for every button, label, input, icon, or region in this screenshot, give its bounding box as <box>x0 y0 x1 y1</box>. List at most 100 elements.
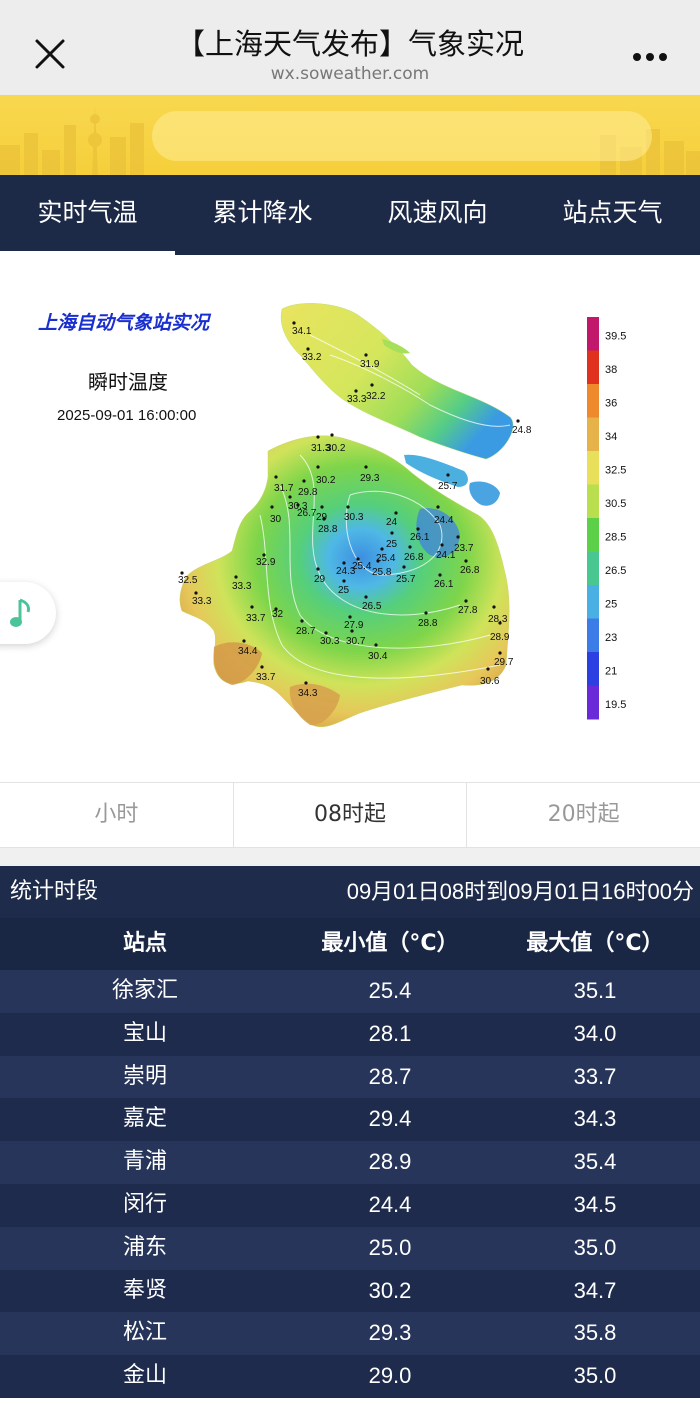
table-row: 青浦 28.9 35.4 <box>0 1141 700 1184</box>
title-block: 【上海天气发布】气象实况 wx.soweather.com <box>100 24 600 84</box>
table-row: 宝山 28.1 34.0 <box>0 1012 700 1056</box>
station-name: 奉贤 <box>122 1277 167 1303</box>
table-row: 闵行 24.4 34.5 <box>0 1183 700 1227</box>
svg-text:30.6: 30.6 <box>480 676 500 687</box>
map-product: 瞬时温度 <box>88 370 168 394</box>
svg-text:29.8: 29.8 <box>298 487 318 498</box>
legend-label: 38 <box>605 364 617 376</box>
station-name: 浦东 <box>122 1234 167 1260</box>
legend-label: 19.5 <box>605 699 626 711</box>
period-label: 统计时段 <box>10 879 99 904</box>
legend-label: 25 <box>605 598 617 610</box>
min-value: 25.4 <box>368 978 412 1003</box>
station-name: 嘉定 <box>122 1106 167 1132</box>
header-max: 最大值（°C） <box>526 931 664 956</box>
table-row: 崇明 28.7 33.7 <box>0 1055 700 1099</box>
tab-wind[interactable]: 风速风向 <box>350 175 525 255</box>
map-canvas: 上海自动气象站实况 瞬时温度 2025-09-01 16:00:00 34.1 … <box>38 303 626 728</box>
header-station: 站点 <box>122 931 167 956</box>
svg-text:25: 25 <box>386 539 398 550</box>
svg-text:25.4: 25.4 <box>376 553 396 564</box>
legend-label: 34 <box>605 431 617 443</box>
station-name: 闵行 <box>122 1191 167 1217</box>
max-value: 34.7 <box>573 1277 617 1303</box>
banner-search-bar[interactable] <box>152 111 652 161</box>
svg-text:26.8: 26.8 <box>460 565 480 576</box>
skyline-banner <box>0 95 700 175</box>
min-value: 28.1 <box>368 1020 412 1046</box>
tab-station-weather[interactable]: 站点天气 <box>525 175 700 255</box>
svg-text:26.1: 26.1 <box>410 532 430 543</box>
min-value: 28.7 <box>368 1063 412 1089</box>
svg-text:24.4: 24.4 <box>434 515 454 526</box>
svg-text:26.5: 26.5 <box>362 601 382 612</box>
table-row: 奉贤 30.2 34.7 <box>0 1269 700 1313</box>
svg-text:32: 32 <box>272 609 284 620</box>
hengsha-island <box>469 481 500 506</box>
max-value: 35.8 <box>573 1320 617 1346</box>
station-name: 宝山 <box>122 1020 167 1046</box>
legend-swatch <box>587 618 599 653</box>
more-icon[interactable] <box>632 48 668 61</box>
svg-text:33.7: 33.7 <box>246 613 266 624</box>
station-name: 徐家汇 <box>111 978 178 1003</box>
svg-text:29: 29 <box>316 512 328 523</box>
svg-text:33.3: 33.3 <box>232 581 252 592</box>
svg-text:30.2: 30.2 <box>316 475 336 486</box>
svg-text:31.9: 31.9 <box>360 359 380 370</box>
segment-from-08[interactable]: 08时起 <box>234 783 468 847</box>
svg-text:29: 29 <box>314 574 326 585</box>
svg-text:34.1: 34.1 <box>292 326 312 337</box>
svg-text:32.5: 32.5 <box>178 575 198 586</box>
legend-label: 26.5 <box>605 565 626 577</box>
svg-text:30: 30 <box>270 514 282 525</box>
table-row: 浦东 25.0 35.0 <box>0 1226 700 1270</box>
period-segment-control: 小时 08时起 20时起 <box>0 782 700 848</box>
legend-swatch <box>587 384 599 418</box>
max-value: 34.0 <box>573 1020 617 1046</box>
table-row: 松江 29.3 35.8 <box>0 1312 700 1356</box>
tab-accumulated-precipitation[interactable]: 累计降水 <box>175 175 350 255</box>
temperature-map: 上海自动气象站实况 瞬时温度 2025-09-01 16:00:00 34.1 … <box>0 255 700 780</box>
map-timestamp: 2025-09-01 16:00:00 <box>57 407 196 424</box>
table-row: 嘉定 29.4 34.3 <box>0 1098 700 1142</box>
top-bar: 【上海天气发布】气象实况 wx.soweather.com <box>0 0 700 95</box>
page-url: wx.soweather.com <box>270 64 430 84</box>
svg-text:27.9: 27.9 <box>344 620 364 631</box>
svg-text:33.3: 33.3 <box>347 394 367 405</box>
legend-swatch <box>587 551 599 586</box>
legend-label: 23 <box>605 632 617 644</box>
min-value: 29.0 <box>368 1363 412 1389</box>
close-icon[interactable] <box>28 32 72 76</box>
svg-text:30.4: 30.4 <box>368 651 388 662</box>
svg-text:26.8: 26.8 <box>404 552 424 563</box>
svg-text:32.2: 32.2 <box>366 391 386 402</box>
legend-swatch <box>587 585 599 619</box>
svg-text:24.1: 24.1 <box>436 550 456 561</box>
segment-hourly[interactable]: 小时 <box>0 783 234 847</box>
svg-text:34.3: 34.3 <box>298 688 318 699</box>
table-body: 徐家汇 25.4 35.1 宝山 28.1 34.0 崇明 28.7 33.7 嘉定 29.4 34.… <box>0 970 700 1398</box>
svg-text:28.7: 28.7 <box>296 626 316 637</box>
max-value: 34.5 <box>573 1191 617 1217</box>
legend-label: 36 <box>605 397 617 409</box>
min-value: 28.9 <box>368 1149 412 1175</box>
color-legend: 39.5 38 36 34 32.5 30.5 28.5 26.5 25 23 21 19.5 <box>587 317 626 720</box>
svg-text:26.1: 26.1 <box>434 579 454 590</box>
min-value: 24.4 <box>368 1191 412 1217</box>
svg-text:30.3: 30.3 <box>320 636 340 647</box>
svg-text:27.8: 27.8 <box>458 605 478 616</box>
svg-text:30.7: 30.7 <box>346 636 366 647</box>
svg-text:23.7: 23.7 <box>454 543 474 554</box>
legend-label: 32.5 <box>605 464 626 476</box>
legend-label: 30.5 <box>605 498 626 510</box>
segment-from-20[interactable]: 20时起 <box>467 783 700 847</box>
tab-bar: 实时气温 累计降水 风速风向 站点天气 <box>0 175 700 255</box>
max-value: 35.0 <box>573 1234 617 1260</box>
music-bubble[interactable] <box>0 582 56 644</box>
max-value: 35.1 <box>573 978 617 1003</box>
table-row: 金山 29.0 35.0 <box>0 1355 700 1398</box>
music-note-icon <box>10 598 30 627</box>
min-value: 30.2 <box>368 1277 412 1303</box>
tab-realtime-temperature[interactable]: 实时气温 <box>0 175 175 255</box>
